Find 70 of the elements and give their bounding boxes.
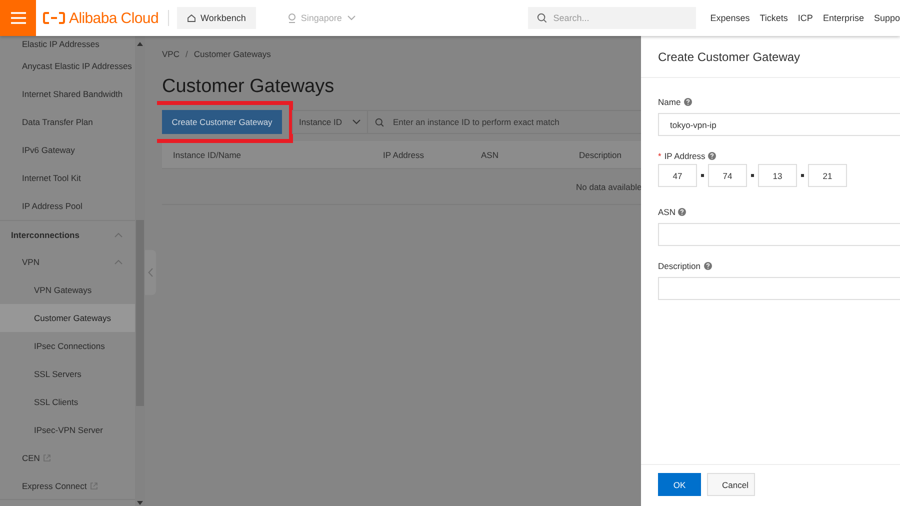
filter-dropdown[interactable]: Instance ID bbox=[292, 110, 367, 134]
chevron-left-icon bbox=[148, 268, 153, 277]
input-field[interactable] bbox=[658, 277, 900, 300]
nav-link[interactable]: Suppo bbox=[874, 13, 900, 23]
brand-name: Alibaba Cloud bbox=[69, 10, 158, 26]
help-icon bbox=[678, 208, 686, 216]
sidebar-item[interactable]: Internet Shared Bandwidth bbox=[0, 80, 135, 108]
create-button[interactable]: Create Customer Gateway bbox=[162, 110, 282, 134]
column-header: Instance ID/Name bbox=[172, 150, 242, 160]
field-label: IP Address bbox=[664, 151, 706, 161]
input-field[interactable] bbox=[658, 223, 900, 246]
home-icon bbox=[186, 14, 196, 22]
help-icon bbox=[708, 152, 716, 160]
required-mark: * bbox=[658, 151, 662, 161]
search-icon bbox=[537, 13, 548, 23]
sidebar-item[interactable]: IP Address Pool bbox=[0, 192, 135, 220]
sidebar-item[interactable]: Data Transfer Plan bbox=[0, 108, 135, 136]
breadcrumb-current: Customer Gateways bbox=[194, 49, 271, 59]
nav-link[interactable]: Tickets bbox=[760, 13, 788, 23]
field-label: Description bbox=[658, 261, 701, 271]
sidebar-item[interactable]: Internet Tool Kit bbox=[0, 164, 135, 192]
nav-link[interactable]: Enterprise bbox=[822, 13, 864, 23]
sidebar-item[interactable]: Elastic IP Addresses bbox=[0, 36, 135, 52]
column-header: IP Address bbox=[382, 150, 425, 160]
column-header: ASN bbox=[480, 150, 500, 160]
sidebar-item[interactable]: SSL Servers bbox=[0, 360, 135, 388]
scroll-up-icon[interactable] bbox=[137, 42, 143, 46]
sidebar-item[interactable]: Customer Gateways bbox=[0, 304, 135, 332]
page-title: Customer Gateways bbox=[162, 76, 336, 98]
help-icon bbox=[704, 262, 712, 270]
field-label: Name bbox=[658, 97, 681, 107]
chevron-up-icon bbox=[114, 232, 123, 238]
help-icon bbox=[684, 98, 692, 106]
sidebar-item[interactable]: IPsec-VPN Server bbox=[0, 416, 135, 444]
sidebar-group[interactable]: VPN bbox=[0, 248, 135, 276]
nav-link[interactable]: Expenses bbox=[710, 13, 750, 23]
ok-button[interactable]: OK bbox=[658, 473, 701, 496]
logo-icon bbox=[43, 12, 65, 24]
sidebar-item[interactable]: CEN bbox=[0, 444, 135, 472]
location-icon bbox=[288, 13, 296, 23]
workbench-button[interactable]: Workbench bbox=[176, 7, 256, 29]
sidebar-item[interactable]: IPv6 Gateway bbox=[0, 136, 135, 164]
menu-button[interactable] bbox=[0, 0, 36, 36]
menu-icon bbox=[10, 12, 26, 24]
chevron-down-icon bbox=[346, 15, 356, 21]
cancel-button[interactable]: Cancel bbox=[707, 473, 755, 496]
sidebar-item[interactable]: IPsec Connections bbox=[0, 332, 135, 360]
ip-octet-field[interactable]: 47 bbox=[658, 164, 697, 187]
breadcrumb-link[interactable]: VPC bbox=[162, 49, 180, 59]
search-field[interactable]: Search... bbox=[528, 7, 696, 29]
chevron-down-icon bbox=[352, 119, 361, 125]
sidebar-item[interactable]: VPN Gateways bbox=[0, 276, 135, 304]
drawer-title: Create Customer Gateway bbox=[641, 36, 900, 78]
scroll-down-icon[interactable] bbox=[137, 501, 143, 505]
ip-octet-field[interactable]: 13 bbox=[758, 164, 797, 187]
sidebar-item[interactable]: Anycast Elastic IP Addresses bbox=[0, 52, 135, 80]
search-icon bbox=[375, 118, 384, 127]
collapse-sidebar-button[interactable] bbox=[145, 250, 156, 295]
field-label: ASN bbox=[658, 207, 676, 217]
ip-octet-field[interactable]: 21 bbox=[808, 164, 847, 187]
empty-message: No data available bbox=[576, 182, 641, 192]
column-header: Description bbox=[578, 150, 623, 160]
chevron-up-icon bbox=[114, 259, 123, 265]
region-selector[interactable]: Singapore bbox=[282, 12, 362, 24]
sidebar-item[interactable]: SSL Clients bbox=[0, 388, 135, 416]
breadcrumb-separator: / bbox=[185, 49, 188, 59]
ip-octet-field[interactable]: 74 bbox=[708, 164, 747, 187]
input-field[interactable]: tokyo-vpn-ip bbox=[658, 113, 900, 136]
search-field[interactable]: Enter an instance ID to perform exact match bbox=[367, 110, 641, 134]
nav-link[interactable]: ICP bbox=[798, 13, 813, 23]
